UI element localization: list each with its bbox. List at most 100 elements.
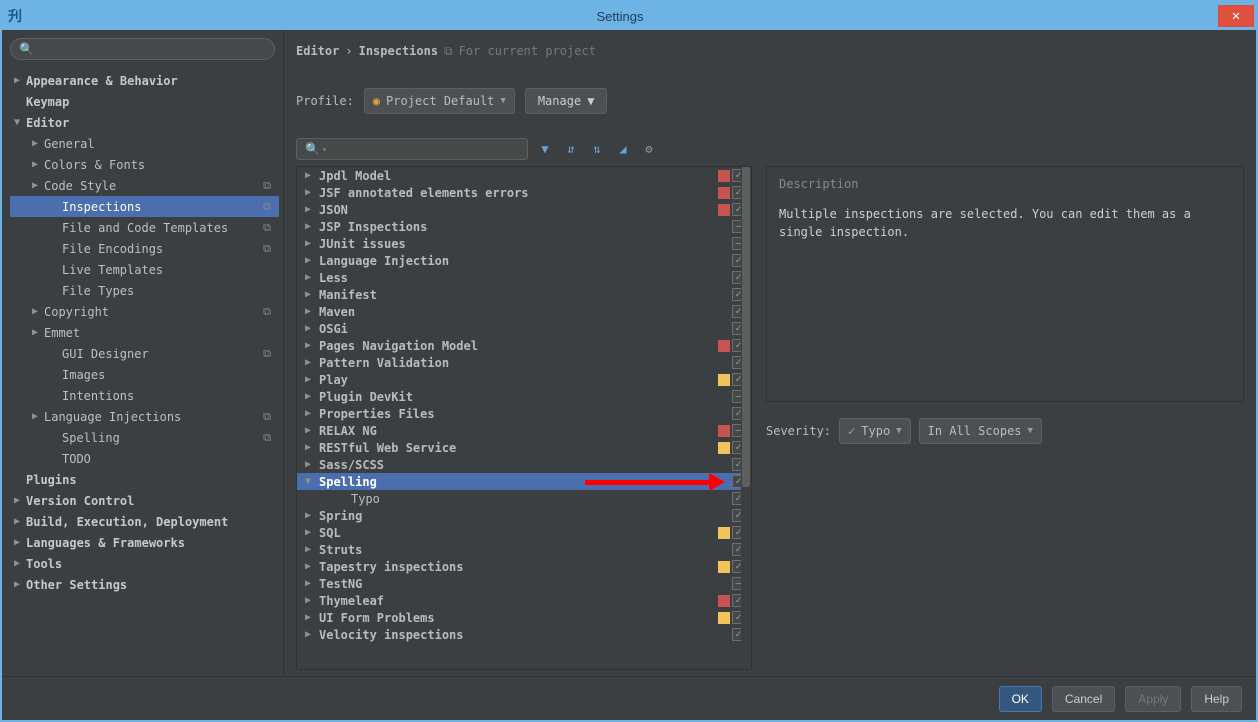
sidebar-item[interactable]: Emmet	[10, 322, 279, 343]
chevron-right-icon	[305, 629, 319, 640]
sidebar-item[interactable]: TODO	[10, 448, 279, 469]
inspection-item[interactable]: JUnit issues	[297, 235, 751, 252]
scrollbar-thumb[interactable]	[742, 167, 750, 487]
inspection-item[interactable]: Play	[297, 371, 751, 388]
sidebar-item[interactable]: File and Code Templates⧉	[10, 217, 279, 238]
inspection-item[interactable]: Language Injection	[297, 252, 751, 269]
severity-indicator	[718, 510, 730, 522]
inspection-item[interactable]: Less	[297, 269, 751, 286]
sidebar-item-label: Editor	[26, 116, 69, 130]
severity-combo[interactable]: ✓ Typo ▼	[839, 418, 911, 444]
inspection-item[interactable]: OSGi	[297, 320, 751, 337]
help-button[interactable]: Help	[1191, 686, 1242, 712]
severity-indicator	[718, 289, 730, 301]
sidebar-item[interactable]: Editor	[10, 112, 279, 133]
sidebar-item[interactable]: Language Injections⧉	[10, 406, 279, 427]
inspection-item[interactable]: Velocity inspections	[297, 626, 751, 643]
sidebar-item[interactable]: Images	[10, 364, 279, 385]
gear-icon[interactable]: ⚙	[640, 140, 658, 158]
sidebar-item[interactable]: File Encodings⧉	[10, 238, 279, 259]
inspection-item[interactable]: Thymeleaf	[297, 592, 751, 609]
inspection-item[interactable]: Spring	[297, 507, 751, 524]
inspection-item[interactable]: SQL	[297, 524, 751, 541]
inspection-item[interactable]: Tapestry inspections	[297, 558, 751, 575]
sidebar: 🔍 Appearance & BehaviorKeymap Editor Gener…	[2, 30, 284, 676]
sidebar-item[interactable]: Build, Execution, Deployment	[10, 511, 279, 532]
apply-button[interactable]: Apply	[1125, 686, 1181, 712]
collapse-all-icon[interactable]: ⇅	[588, 140, 606, 158]
cancel-button[interactable]: Cancel	[1052, 686, 1115, 712]
inspection-item[interactable]: Pattern Validation	[297, 354, 751, 371]
sidebar-item[interactable]: Tools	[10, 553, 279, 574]
sidebar-item[interactable]: Other Settings	[10, 574, 279, 595]
chevron-right-icon	[32, 327, 44, 338]
sidebar-item[interactable]: Inspections⧉	[10, 196, 279, 217]
chevron-right-icon	[305, 204, 319, 215]
sidebar-item[interactable]: Intentions	[10, 385, 279, 406]
chevron-right-icon	[14, 75, 26, 86]
inspection-item[interactable]: Plugin DevKit	[297, 388, 751, 405]
settings-window: 刋 Settings ✕ 🔍 Appearance & BehaviorKeym…	[0, 0, 1258, 722]
inspection-item[interactable]: Maven	[297, 303, 751, 320]
typo-icon: ✓	[848, 424, 855, 438]
sidebar-item[interactable]: File Types	[10, 280, 279, 301]
inspection-item[interactable]: JSP Inspections	[297, 218, 751, 235]
severity-indicator	[718, 544, 730, 556]
footer: OK Cancel Apply Help	[2, 676, 1256, 720]
inspection-label: JSON	[319, 203, 718, 217]
inspection-item[interactable]: JSON	[297, 201, 751, 218]
sidebar-item[interactable]: GUI Designer⧉	[10, 343, 279, 364]
sidebar-item[interactable]: Version Control	[10, 490, 279, 511]
sidebar-item[interactable]: Spelling⧉	[10, 427, 279, 448]
inspection-item[interactable]: Typo	[297, 490, 751, 507]
ok-button[interactable]: OK	[999, 686, 1042, 712]
sidebar-search[interactable]: 🔍	[10, 38, 275, 60]
chevron-right-icon	[305, 544, 319, 555]
manage-button[interactable]: Manage ▼	[525, 88, 608, 114]
inspection-item[interactable]: RELAX NG	[297, 422, 751, 439]
inspection-item[interactable]: RESTful Web Service	[297, 439, 751, 456]
inspection-search[interactable]: 🔍 ▾	[296, 138, 528, 160]
sidebar-item[interactable]: Copyright⧉	[10, 301, 279, 322]
project-scope-icon: ⧉	[444, 44, 453, 59]
severity-indicator	[718, 187, 730, 199]
expand-all-icon[interactable]: ⇵	[562, 140, 580, 158]
inspection-item[interactable]: Pages Navigation Model	[297, 337, 751, 354]
severity-row: Severity: ✓ Typo ▼ In All Scopes ▼	[766, 418, 1244, 444]
sidebar-item[interactable]: Languages & Frameworks	[10, 532, 279, 553]
inspection-label: Tapestry inspections	[319, 560, 718, 574]
sidebar-item[interactable]: Colors & Fonts	[10, 154, 279, 175]
sidebar-item[interactable]: Code Style⧉	[10, 175, 279, 196]
reset-icon[interactable]: ◢	[614, 140, 632, 158]
severity-indicator	[718, 374, 730, 386]
sidebar-item[interactable]: Plugins	[10, 469, 279, 490]
sidebar-item-label: TODO	[62, 452, 91, 466]
inspection-item[interactable]: Manifest	[297, 286, 751, 303]
chevron-right-icon	[305, 221, 319, 232]
inspection-item[interactable]: Properties Files	[297, 405, 751, 422]
severity-indicator	[718, 391, 730, 403]
inspection-item[interactable]: Spelling	[297, 473, 751, 490]
inspection-item[interactable]: Sass/SCSS	[297, 456, 751, 473]
inspection-label: Spelling	[319, 475, 718, 489]
sidebar-item[interactable]: Appearance & Behavior	[10, 70, 279, 91]
inspection-item[interactable]: UI Form Problems	[297, 609, 751, 626]
inspection-item[interactable]: Struts	[297, 541, 751, 558]
scrollbar[interactable]	[741, 167, 751, 669]
sidebar-item[interactable]: Keymap	[10, 91, 279, 112]
project-scope-icon: ⧉	[263, 305, 271, 319]
inspection-item[interactable]: JSF annotated elements errors	[297, 184, 751, 201]
severity-indicator	[718, 459, 730, 471]
profile-combo[interactable]: ◉ Project Default ▼	[364, 88, 515, 114]
inspection-item[interactable]: Jpdl Model	[297, 167, 751, 184]
severity-indicator	[718, 425, 730, 437]
sidebar-item[interactable]: General	[10, 133, 279, 154]
chevron-down-icon	[305, 476, 319, 487]
chevron-right-icon	[305, 238, 319, 249]
chevron-right-icon	[305, 442, 319, 453]
scope-combo[interactable]: In All Scopes ▼	[919, 418, 1042, 444]
sidebar-item[interactable]: Live Templates	[10, 259, 279, 280]
filter-icon[interactable]: ▼	[536, 140, 554, 158]
close-button[interactable]: ✕	[1218, 5, 1254, 27]
inspection-item[interactable]: TestNG	[297, 575, 751, 592]
